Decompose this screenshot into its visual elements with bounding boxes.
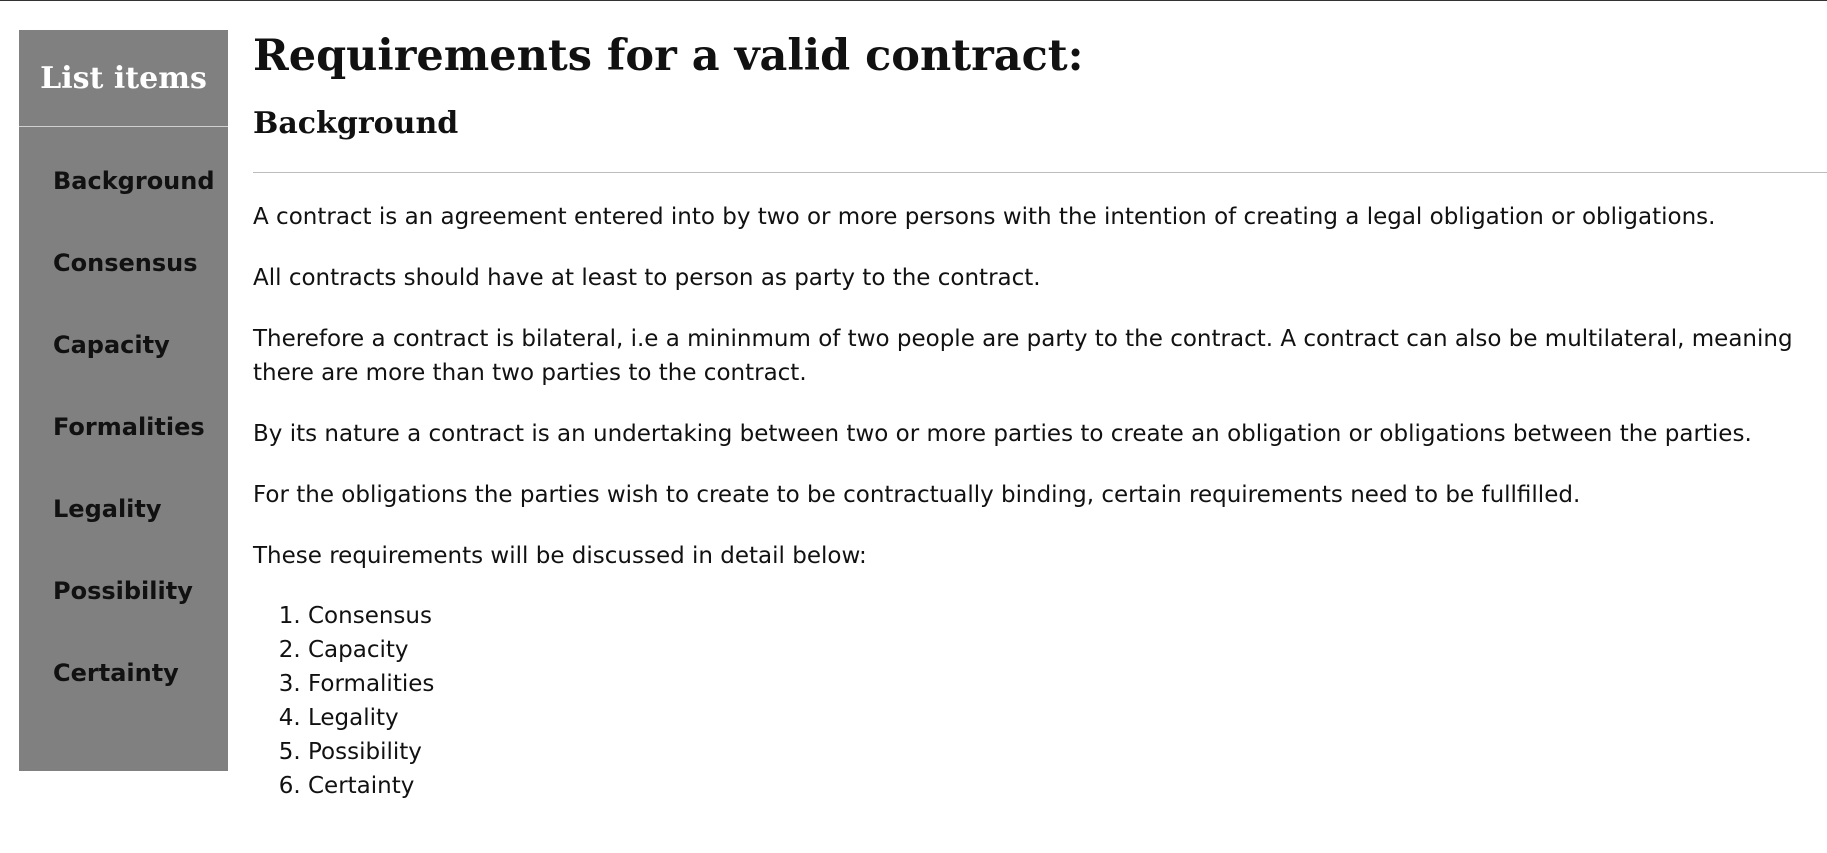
paragraph: For the obligations the parties wish to … xyxy=(253,482,1581,508)
list-item: Possibility xyxy=(308,735,1827,769)
divider xyxy=(253,172,1827,173)
paragraph: By its nature a contract is an undertaki… xyxy=(253,421,1752,447)
sidebar-item-consensus[interactable]: Consensus xyxy=(19,249,228,331)
paragraph: These requirements will be discussed in … xyxy=(253,543,867,569)
main-content: Requirements for a valid contract: Backg… xyxy=(253,30,1827,803)
sidebar-item-certainty[interactable]: Certainty xyxy=(19,659,228,741)
top-border xyxy=(0,0,1827,1)
sidebar-item-formalities[interactable]: Formalities xyxy=(19,413,228,495)
requirements-list: Consensus Capacity Formalities Legality … xyxy=(253,599,1827,803)
section-heading: Background xyxy=(253,106,459,141)
paragraph: Therefore a contract is bilateral, i.e a… xyxy=(253,326,1793,386)
sidebar-nav: List items Background Consensus Capacity… xyxy=(19,30,228,771)
list-item: Formalities xyxy=(308,667,1827,701)
sidebar-item-legality[interactable]: Legality xyxy=(19,495,228,577)
list-item: Legality xyxy=(308,701,1827,735)
sidebar-item-capacity[interactable]: Capacity xyxy=(19,331,228,413)
list-item: Consensus xyxy=(308,599,1827,633)
list-item: Capacity xyxy=(308,633,1827,667)
page-title: Requirements for a valid contract: xyxy=(253,31,1084,81)
paragraph: A contract is an agreement entered into … xyxy=(253,204,1716,230)
paragraph: All contracts should have at least to pe… xyxy=(253,265,1041,291)
list-item: Certainty xyxy=(308,769,1827,803)
sidebar-title: List items xyxy=(19,30,228,127)
sidebar-item-possibility[interactable]: Possibility xyxy=(19,577,228,659)
sidebar-item-background[interactable]: Background xyxy=(19,167,228,249)
sidebar-list: Background Consensus Capacity Formalitie… xyxy=(19,127,228,741)
